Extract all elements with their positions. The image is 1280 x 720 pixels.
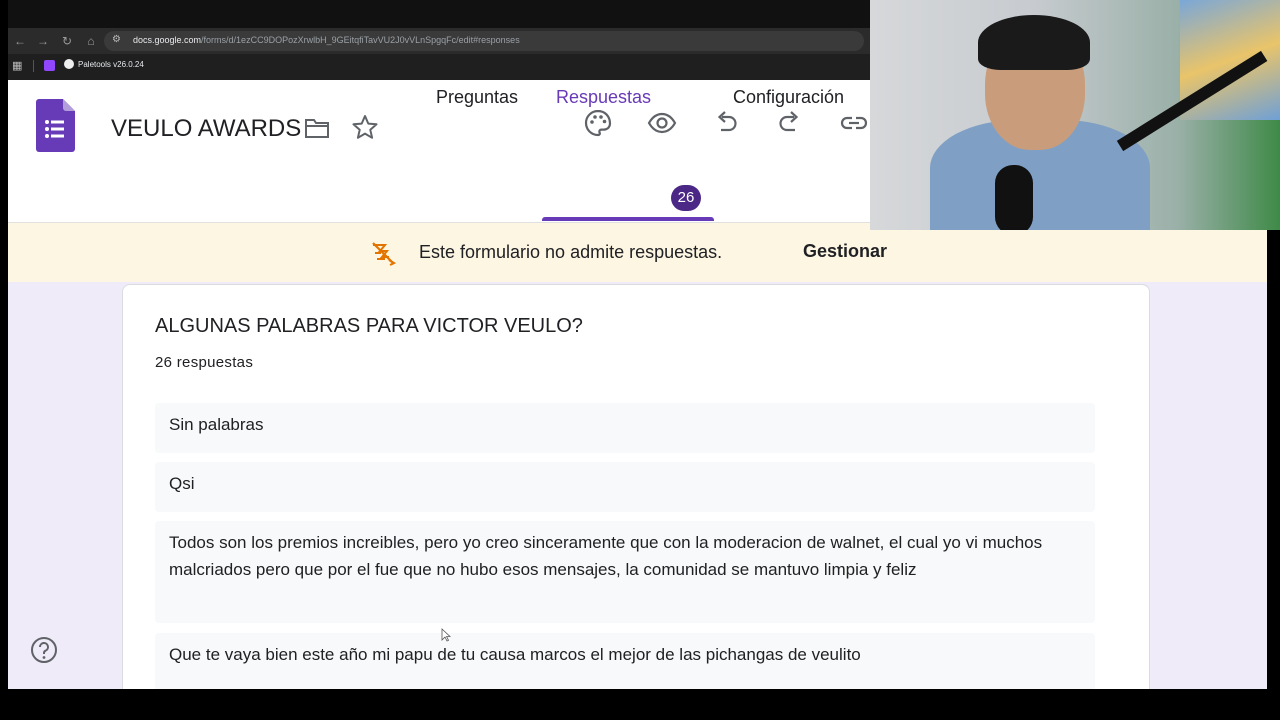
preview-eye-icon[interactable] [647, 108, 677, 138]
link-icon[interactable] [839, 108, 869, 138]
manage-button[interactable]: Gestionar [803, 241, 887, 262]
forward-icon[interactable]: → [35, 33, 51, 49]
question-title: ALGUNAS PALABRAS PARA VICTOR VEULO? [155, 315, 583, 337]
response-item: Sin palabras [155, 403, 1095, 453]
responses-off-icon [372, 242, 397, 266]
help-icon[interactable] [30, 636, 58, 664]
back-icon[interactable]: ← [12, 33, 28, 49]
reload-icon[interactable]: ↻ [59, 33, 75, 49]
palette-icon[interactable] [583, 108, 613, 138]
site-info-icon[interactable]: ⚙ [112, 34, 124, 46]
response-item: Que te vaya bien este año mi papu de tu … [155, 633, 1095, 689]
url-host: docs.google.com [133, 35, 202, 45]
redo-icon[interactable] [775, 108, 805, 138]
form-title[interactable]: VEULO AWARDS [111, 115, 301, 143]
response-item: Todos son los premios increibles, pero y… [155, 521, 1095, 623]
active-tab-indicator [542, 217, 714, 221]
tab-preguntas[interactable]: Preguntas [436, 87, 518, 108]
google-forms-logo[interactable] [36, 99, 75, 152]
undo-icon[interactable] [711, 108, 741, 138]
response-item: Qsi [155, 462, 1095, 512]
tab-configuracion[interactable]: Configuración [733, 87, 844, 108]
bookmark-divider [33, 60, 34, 72]
question-summary-card: ALGUNAS PALABRAS PARA VICTOR VEULO? 26 r… [122, 284, 1150, 689]
streamer-hair [978, 15, 1090, 70]
home-icon[interactable]: ⌂ [83, 33, 99, 49]
tab-respuestas[interactable]: Respuestas [556, 87, 651, 108]
star-icon[interactable] [352, 114, 378, 140]
not-accepting-banner: Este formulario no admite respuestas. Ge… [8, 223, 1267, 282]
frame-edge [1267, 230, 1280, 689]
mouse-cursor-icon [441, 628, 451, 642]
responses-count-badge: 26 [671, 185, 701, 211]
webcam-overlay [870, 0, 1280, 230]
url-text[interactable]: docs.google.com/forms/d/1ezCC9DOPozXrwlb… [133, 35, 520, 45]
apps-grid-icon[interactable]: ▦ [12, 60, 24, 72]
microphone [995, 165, 1033, 230]
twitch-bookmark-icon[interactable] [44, 60, 55, 71]
frame-bottom [0, 689, 1280, 720]
url-path: /forms/d/1ezCC9DOPozXrwlbH_9GEitqfiTavVU… [201, 35, 520, 45]
folder-icon[interactable] [304, 116, 330, 140]
globe-icon [64, 59, 74, 69]
response-count: 26 respuestas [155, 354, 254, 371]
bookmark-label: Paletools v26.0.24 [78, 60, 144, 69]
banner-message: Este formulario no admite respuestas. [419, 242, 723, 262]
tab-strip [8, 0, 870, 28]
bookmark-paletools[interactable]: Paletools v26.0.24 [64, 59, 144, 69]
